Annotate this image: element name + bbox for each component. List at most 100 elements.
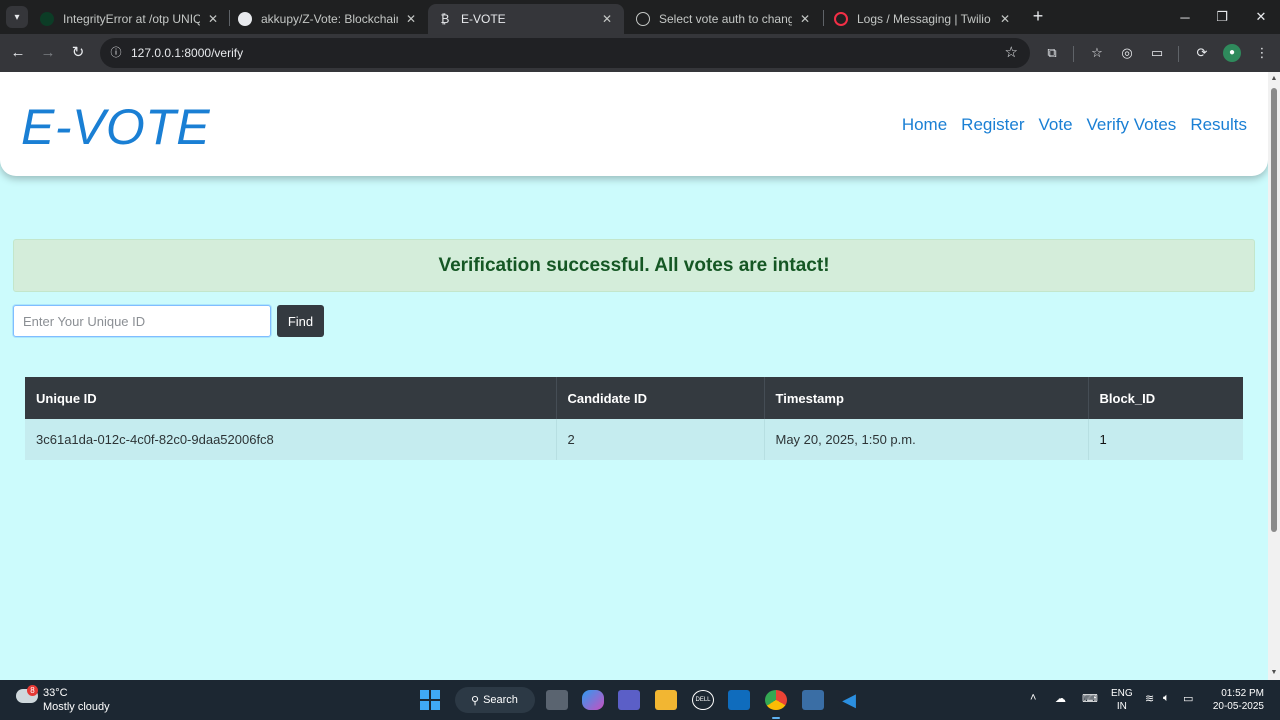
- site-info-icon[interactable]: ⓘ: [108, 45, 124, 61]
- tab-title: IntegrityError at /otp UNIQUE constraint…: [63, 12, 200, 26]
- url-text[interactable]: 127.0.0.1:8000/verify: [131, 46, 243, 60]
- globe-favicon-icon: [636, 12, 650, 26]
- clock-date: 20-05-2025: [1212, 701, 1264, 712]
- bookmarks-icon[interactable]: ☆: [1088, 44, 1106, 62]
- windows-start-icon[interactable]: [420, 690, 440, 710]
- address-bar[interactable]: ⓘ 127.0.0.1:8000/verify ☆: [100, 38, 1030, 68]
- nav-register[interactable]: Register: [961, 115, 1024, 135]
- vscode-icon[interactable]: ◀: [838, 690, 860, 710]
- tab-search-icon[interactable]: ▾: [6, 6, 28, 28]
- tab-title: Select vote auth to change | Django site…: [659, 12, 792, 26]
- column-header-candidate-id: Candidate ID: [556, 377, 765, 419]
- twilio-favicon-icon: [834, 12, 848, 26]
- scroll-down-arrow-icon[interactable]: ▼: [1270, 669, 1278, 677]
- search-icon: ⚲: [471, 694, 480, 707]
- close-tab-icon[interactable]: ✕: [206, 12, 220, 26]
- reading-mode-icon[interactable]: ▭: [1148, 44, 1166, 62]
- nav-verify-votes[interactable]: Verify Votes: [1087, 115, 1177, 135]
- site-header: E-VOTE Home Register Vote Verify Votes R…: [0, 72, 1268, 176]
- tab-title: akkupy/Z-Vote: Blockchain Based E-Voting: [261, 12, 398, 26]
- weather-badge: 8: [27, 685, 38, 696]
- chevron-up-icon[interactable]: ˄: [1030, 692, 1036, 704]
- table-row: 3c61a1da-012c-4c0f-82c0-9daa52006fc8 2 M…: [25, 419, 1243, 460]
- tab-title: Logs / Messaging | Twilio Console: [857, 12, 992, 26]
- main-nav: Home Register Vote Verify Votes Results: [902, 115, 1247, 135]
- browser-tab-github[interactable]: akkupy/Z-Vote: Blockchain Based E-Voting…: [228, 4, 428, 34]
- site-logo[interactable]: E-VOTE: [21, 98, 210, 156]
- scrollbar-thumb[interactable]: [1271, 88, 1277, 532]
- taskbar-search[interactable]: ⚲ Search: [455, 687, 535, 713]
- system-clock[interactable]: 01:52 PM 20-05-2025: [1208, 687, 1264, 713]
- verification-alert: Verification successful. All votes are i…: [13, 239, 1255, 292]
- weather-description[interactable]: Mostly cloudy: [43, 701, 110, 713]
- toolbar-divider: [1178, 46, 1179, 62]
- file-explorer-icon[interactable]: [655, 690, 677, 710]
- battery-icon[interactable]: ▭: [1183, 692, 1193, 705]
- close-tab-icon[interactable]: ✕: [600, 12, 614, 26]
- chrome-icon[interactable]: [765, 690, 787, 710]
- extensions-icon[interactable]: ⧉: [1043, 44, 1061, 62]
- copilot-icon[interactable]: [582, 690, 604, 710]
- column-header-unique-id: Unique ID: [25, 377, 557, 419]
- screenshot-icon[interactable]: ◎: [1118, 44, 1136, 62]
- keyboard-icon[interactable]: ⌨: [1082, 692, 1098, 705]
- github-favicon-icon: [238, 12, 252, 26]
- cell-block-id: 1: [1088, 419, 1243, 460]
- menu-icon[interactable]: ⋮: [1253, 44, 1271, 62]
- performance-icon[interactable]: ⟳: [1193, 44, 1211, 62]
- profile-avatar[interactable]: ●: [1223, 44, 1241, 62]
- onedrive-icon[interactable]: ☁: [1055, 692, 1066, 705]
- cell-candidate-id: 2: [556, 419, 765, 460]
- store-icon[interactable]: [728, 690, 750, 710]
- column-header-block-id: Block_ID: [1088, 377, 1243, 419]
- language-code: ENG: [1111, 688, 1133, 699]
- nav-home[interactable]: Home: [902, 115, 947, 135]
- close-tab-icon[interactable]: ✕: [798, 12, 812, 26]
- active-app-indicator: [772, 717, 780, 719]
- network-app-icon[interactable]: [802, 690, 824, 710]
- find-button[interactable]: Find: [277, 305, 324, 337]
- close-window-icon[interactable]: ✕: [1246, 5, 1276, 29]
- back-arrow-icon[interactable]: ←: [8, 43, 28, 63]
- votes-table: Unique ID Candidate ID Timestamp Block_I…: [25, 377, 1243, 460]
- close-tab-icon[interactable]: ✕: [404, 12, 418, 26]
- bitcoin-favicon-icon: ₿: [440, 12, 450, 26]
- close-tab-icon[interactable]: ✕: [998, 12, 1012, 26]
- browser-toolbar: ← → ↻ ⓘ 127.0.0.1:8000/verify ☆ ⧉ ☆ ◎ ▭ …: [0, 34, 1280, 72]
- teams-icon[interactable]: [618, 690, 640, 710]
- django-favicon-icon: [40, 12, 54, 26]
- page-viewport: E-VOTE Home Register Vote Verify Votes R…: [0, 72, 1268, 680]
- volume-icon[interactable]: 🔈︎: [1163, 692, 1170, 705]
- language-indicator[interactable]: ENG IN: [1111, 687, 1133, 713]
- bookmark-star-icon[interactable]: ☆: [1005, 43, 1018, 61]
- toolbar-divider: [1073, 46, 1074, 62]
- scroll-up-arrow-icon[interactable]: ▲: [1270, 75, 1278, 83]
- restore-icon[interactable]: ❐: [1207, 5, 1237, 29]
- browser-tab-evote[interactable]: ₿ E-VOTE ✕: [428, 4, 624, 34]
- new-tab-icon[interactable]: +: [1028, 7, 1048, 27]
- minimize-icon[interactable]: ─: [1170, 5, 1200, 29]
- page-scrollbar[interactable]: ▲ ▼: [1268, 72, 1280, 680]
- wifi-icon[interactable]: ≋: [1145, 692, 1154, 705]
- dell-icon[interactable]: DELL: [692, 690, 714, 710]
- browser-tab-twilio[interactable]: Logs / Messaging | Twilio Console ✕: [824, 4, 1022, 34]
- cell-unique-id: 3c61a1da-012c-4c0f-82c0-9daa52006fc8: [25, 419, 557, 460]
- browser-tab-django-admin[interactable]: Select vote auth to change | Django site…: [626, 4, 822, 34]
- reload-icon[interactable]: ↻: [68, 43, 88, 63]
- clock-time: 01:52 PM: [1221, 688, 1264, 699]
- nav-vote[interactable]: Vote: [1038, 115, 1072, 135]
- nav-results[interactable]: Results: [1190, 115, 1247, 135]
- browser-tab-strip: ▾ IntegrityError at /otp UNIQUE constrai…: [0, 0, 1280, 34]
- weather-temperature[interactable]: 33°C: [43, 687, 68, 699]
- windows-taskbar: 8 33°C Mostly cloudy ⚲ Search DELL ◀ ˄ ☁…: [0, 680, 1280, 720]
- cell-timestamp: May 20, 2025, 1:50 p.m.: [764, 419, 1089, 460]
- table-header-row: Unique ID Candidate ID Timestamp Block_I…: [25, 377, 1243, 419]
- forward-arrow-icon[interactable]: →: [38, 43, 58, 63]
- browser-tab-integrity-error[interactable]: IntegrityError at /otp UNIQUE constraint…: [30, 4, 230, 34]
- unique-id-input[interactable]: [13, 305, 271, 337]
- task-view-icon[interactable]: [546, 690, 568, 710]
- taskbar-search-label: Search: [483, 694, 518, 706]
- region-code: IN: [1116, 701, 1127, 712]
- tab-title: E-VOTE: [461, 12, 506, 26]
- column-header-timestamp: Timestamp: [764, 377, 1089, 419]
